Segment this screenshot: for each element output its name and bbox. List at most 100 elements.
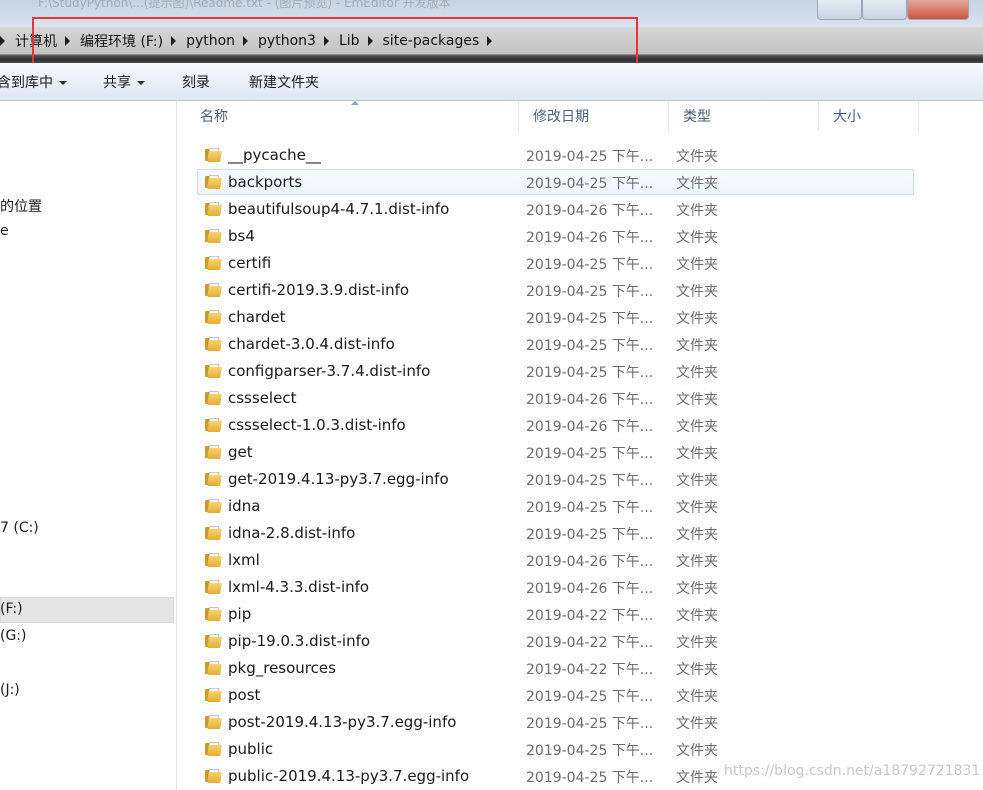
file-modified-date: 2019-04-25 下午... bbox=[526, 716, 654, 732]
file-name: lxml bbox=[228, 551, 260, 569]
close-button[interactable] bbox=[907, 0, 969, 20]
chevron-down-icon bbox=[137, 81, 145, 85]
column-header-type[interactable]: 类型 bbox=[669, 101, 819, 131]
file-modified-date: 2019-04-22 下午... bbox=[526, 635, 654, 651]
column-header-size[interactable]: 大小 bbox=[819, 101, 919, 131]
nav-item-recent-places[interactable]: 的位置 bbox=[0, 196, 42, 216]
nav-item-drive-c[interactable]: 7 (C:) bbox=[0, 520, 39, 536]
folder-icon bbox=[205, 715, 222, 729]
file-modified-date: 2019-04-26 下午... bbox=[526, 392, 654, 408]
folder-icon bbox=[205, 688, 222, 702]
file-row[interactable]: idna-2.8.dist-info 2019-04-25 下午... 文件夹 bbox=[197, 520, 914, 546]
file-type: 文件夹 bbox=[676, 689, 718, 705]
file-type: 文件夹 bbox=[676, 608, 718, 624]
file-row[interactable]: certifi-2019.3.9.dist-info 2019-04-25 下午.… bbox=[197, 277, 914, 303]
file-row[interactable]: post 2019-04-25 下午... 文件夹 bbox=[197, 682, 914, 708]
file-row[interactable]: configparser-3.7.4.dist-info 2019-04-25 下… bbox=[197, 358, 914, 384]
file-row[interactable]: chardet 2019-04-25 下午... 文件夹 bbox=[197, 304, 914, 330]
file-type: 文件夹 bbox=[676, 527, 718, 543]
minimize-button[interactable] bbox=[817, 0, 862, 20]
folder-icon bbox=[205, 499, 222, 513]
file-modified-date: 2019-04-25 下午... bbox=[526, 770, 654, 786]
file-name: post-2019.4.13-py3.7.egg-info bbox=[228, 713, 457, 731]
file-type: 文件夹 bbox=[676, 662, 718, 678]
breadcrumb-separator-icon[interactable] bbox=[0, 35, 5, 46]
column-header-modified[interactable]: 修改日期 bbox=[519, 101, 669, 131]
file-row[interactable]: public 2019-04-25 下午... 文件夹 bbox=[197, 736, 914, 762]
file-row[interactable]: certifi 2019-04-25 下午... 文件夹 bbox=[197, 250, 914, 276]
file-name: get bbox=[228, 443, 253, 461]
file-modified-date: 2019-04-25 下午... bbox=[526, 527, 654, 543]
folder-icon bbox=[205, 607, 222, 621]
burn-button[interactable]: 刻录 bbox=[182, 72, 210, 92]
folder-icon bbox=[205, 175, 222, 189]
nav-item-drive-f[interactable]: (F:) bbox=[0, 601, 23, 617]
file-name: beautifulsoup4-4.7.1.dist-info bbox=[228, 200, 450, 218]
file-type: 文件夹 bbox=[676, 743, 718, 759]
file-row[interactable]: pip-19.0.3.dist-info 2019-04-22 下午... 文件夹 bbox=[197, 628, 914, 654]
file-modified-date: 2019-04-25 下午... bbox=[526, 743, 654, 759]
file-modified-date: 2019-04-26 下午... bbox=[526, 419, 654, 435]
file-name: lxml-4.3.3.dist-info bbox=[228, 578, 370, 596]
file-row[interactable]: lxml 2019-04-26 下午... 文件夹 bbox=[197, 547, 914, 573]
nav-item-e[interactable]: e bbox=[0, 223, 9, 239]
folder-icon bbox=[205, 148, 222, 162]
file-type: 文件夹 bbox=[676, 473, 718, 489]
folder-icon bbox=[205, 283, 222, 297]
file-name: public bbox=[228, 740, 274, 758]
nav-item-drive-g[interactable]: (G:) bbox=[0, 628, 27, 644]
file-name: idna bbox=[228, 497, 261, 515]
file-modified-date: 2019-04-25 下午... bbox=[526, 311, 654, 327]
file-name: public-2019.4.13-py3.7.egg-info bbox=[228, 767, 470, 785]
folder-icon bbox=[205, 526, 222, 540]
file-name: chardet-3.0.4.dist-info bbox=[228, 335, 395, 353]
file-row[interactable]: beautifulsoup4-4.7.1.dist-info 2019-04-26… bbox=[197, 196, 914, 222]
folder-icon bbox=[205, 364, 222, 378]
file-row[interactable]: idna 2019-04-25 下午... 文件夹 bbox=[197, 493, 914, 519]
file-name: pip-19.0.3.dist-info bbox=[228, 632, 371, 650]
folder-icon bbox=[205, 553, 222, 567]
column-header-name[interactable]: 名称 bbox=[186, 101, 519, 131]
folder-icon bbox=[205, 337, 222, 351]
file-type: 文件夹 bbox=[676, 338, 718, 354]
file-name: pip bbox=[228, 605, 252, 623]
file-row[interactable]: cssselect 2019-04-26 下午... 文件夹 bbox=[197, 385, 914, 411]
share-label: 共享 bbox=[103, 75, 131, 91]
file-row[interactable]: chardet-3.0.4.dist-info 2019-04-25 下午... 文… bbox=[197, 331, 914, 357]
include-in-library-label: 含到库中 bbox=[0, 75, 53, 91]
file-modified-date: 2019-04-26 下午... bbox=[526, 230, 654, 246]
column-header-row: 名称 修改日期 类型 大小 bbox=[186, 101, 983, 131]
include-in-library-button[interactable]: 含到库中 bbox=[0, 72, 67, 92]
file-row[interactable]: bs4 2019-04-26 下午... 文件夹 bbox=[197, 223, 914, 249]
file-name: post bbox=[228, 686, 261, 704]
share-button[interactable]: 共享 bbox=[103, 72, 145, 92]
file-modified-date: 2019-04-26 下午... bbox=[526, 581, 654, 597]
new-folder-button[interactable]: 新建文件夹 bbox=[249, 72, 319, 92]
file-type: 文件夹 bbox=[676, 176, 718, 192]
file-type: 文件夹 bbox=[676, 770, 718, 786]
file-name: configparser-3.7.4.dist-info bbox=[228, 362, 431, 380]
file-row[interactable]: __pycache__ 2019-04-25 下午... 文件夹 bbox=[197, 142, 914, 168]
folder-icon bbox=[205, 418, 222, 432]
file-type: 文件夹 bbox=[676, 419, 718, 435]
file-type: 文件夹 bbox=[676, 311, 718, 327]
file-name: backports bbox=[228, 173, 303, 191]
file-modified-date: 2019-04-26 下午... bbox=[526, 554, 654, 570]
file-row[interactable]: lxml-4.3.3.dist-info 2019-04-26 下午... 文件夹 bbox=[197, 574, 914, 600]
maximize-button[interactable] bbox=[862, 0, 907, 20]
file-row[interactable]: post-2019.4.13-py3.7.egg-info 2019-04-25 … bbox=[197, 709, 914, 735]
file-row[interactable]: get 2019-04-25 下午... 文件夹 bbox=[197, 439, 914, 465]
file-row[interactable]: pip 2019-04-22 下午... 文件夹 bbox=[197, 601, 914, 627]
nav-item-drive-j[interactable]: (J:) bbox=[0, 682, 20, 698]
file-row[interactable]: get-2019.4.13-py3.7.egg-info 2019-04-25 下… bbox=[197, 466, 914, 492]
file-row[interactable]: cssselect-1.0.3.dist-info 2019-04-26 下午..… bbox=[197, 412, 914, 438]
file-modified-date: 2019-04-25 下午... bbox=[526, 176, 654, 192]
folder-icon bbox=[205, 229, 222, 243]
file-row[interactable]: pkg_resources 2019-04-22 下午... 文件夹 bbox=[197, 655, 914, 681]
nav-selection-highlight bbox=[0, 597, 174, 623]
file-type: 文件夹 bbox=[676, 716, 718, 732]
navigation-pane[interactable]: 的位置 e 7 (C:) (F:) (G:) (J:) bbox=[0, 101, 177, 790]
watermark: https://blog.csdn.net/a18792721831 bbox=[724, 763, 981, 779]
file-row[interactable]: backports 2019-04-25 下午... 文件夹 bbox=[197, 169, 914, 195]
file-type: 文件夹 bbox=[676, 203, 718, 219]
